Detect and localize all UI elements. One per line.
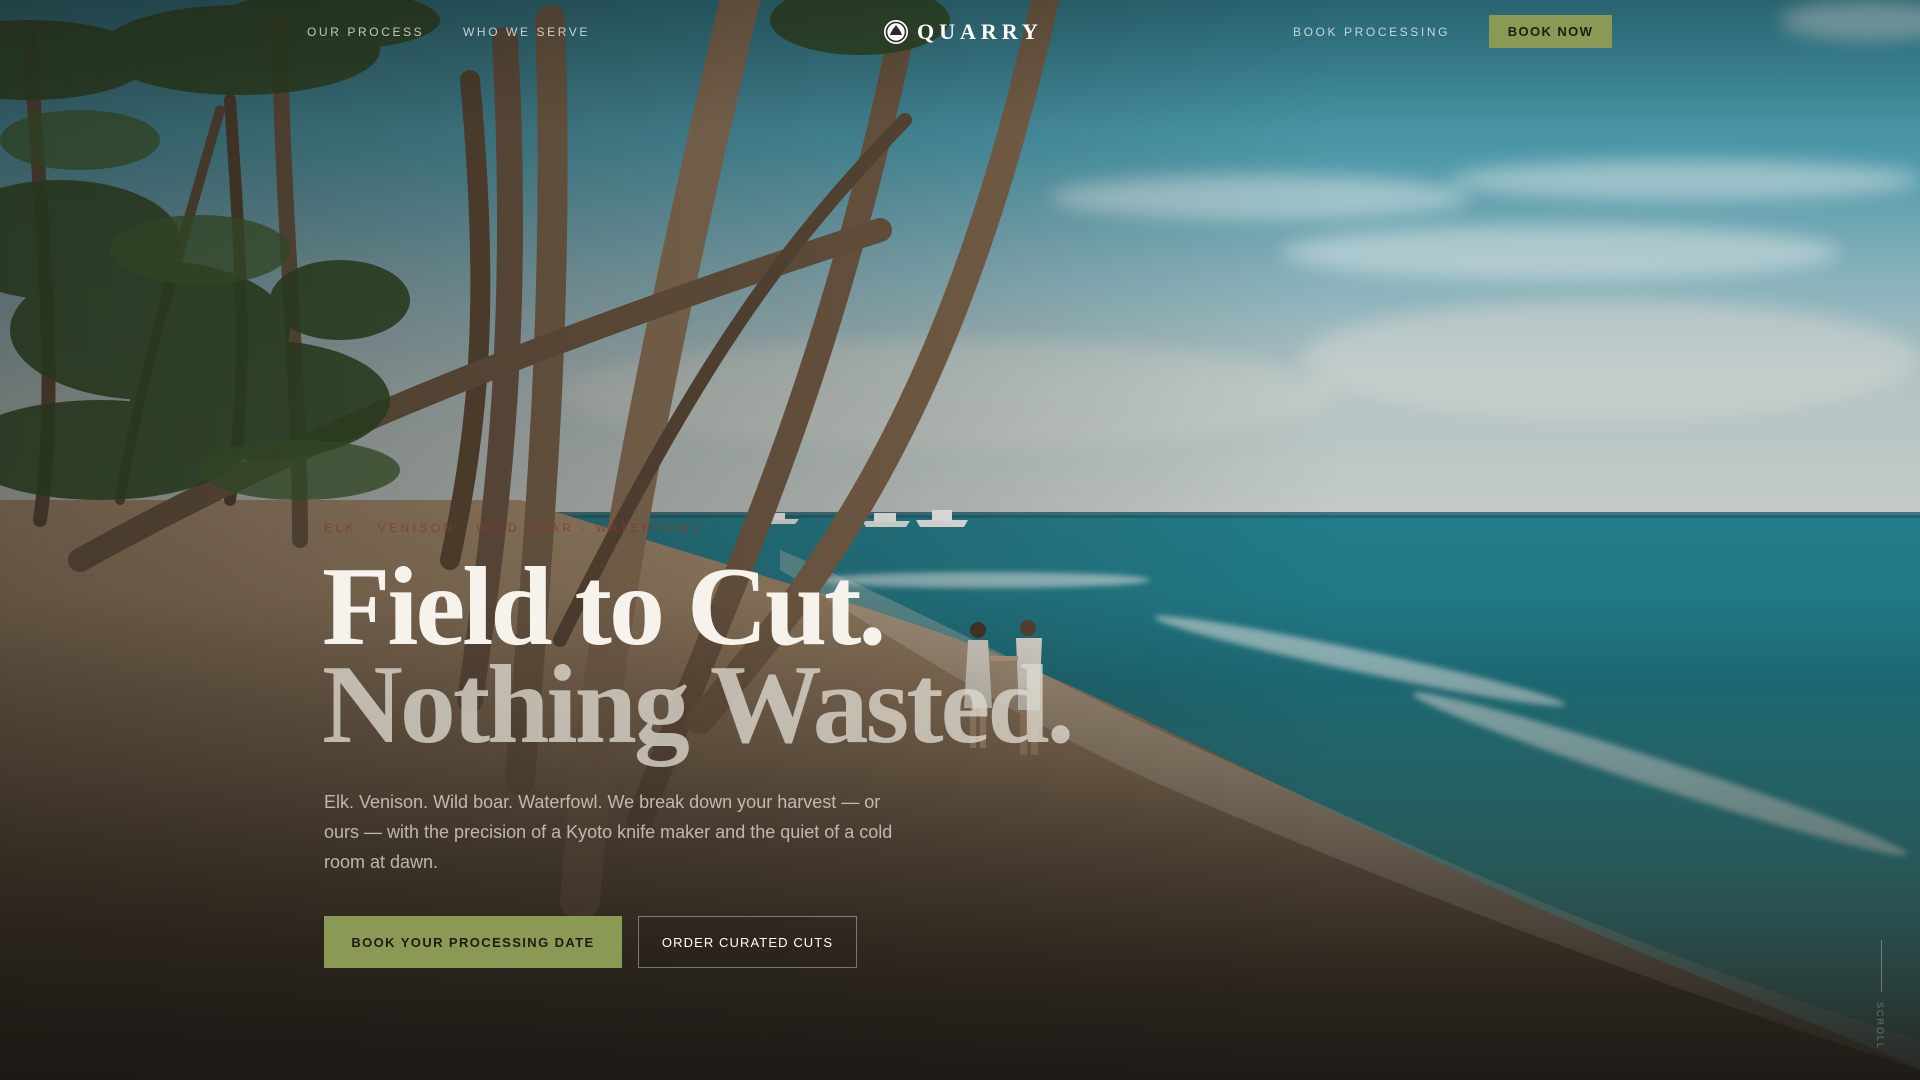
- top-navigation: OUR PROCESS WHO WE SERVE QUARRY BOOK PRO…: [0, 0, 1920, 64]
- hero-background: [0, 0, 1920, 1080]
- site-logo[interactable]: QUARRY: [883, 18, 1043, 46]
- headline-line-2: Nothing Wasted.: [322, 643, 1075, 767]
- scroll-label: SCROLL: [1875, 1002, 1885, 1051]
- order-curated-cuts-button[interactable]: ORDER CURATED CUTS: [638, 916, 857, 968]
- dark-overlay: [0, 0, 1920, 1080]
- hero-description: Elk. Venison. Wild boar. Waterfowl. We b…: [324, 792, 893, 872]
- book-processing-date-button[interactable]: BOOK YOUR PROCESSING DATE: [324, 916, 622, 968]
- nav-link-our-process[interactable]: OUR PROCESS: [307, 25, 424, 39]
- scroll-line: [1881, 940, 1882, 992]
- quarry-crest-icon: [884, 20, 908, 44]
- scroll-indicator[interactable]: SCROLL: [1872, 940, 1892, 1055]
- hero-eyebrow: ELK · VENISON · WILD BOAR · WATERFOWL: [324, 521, 703, 535]
- nav-link-book-processing[interactable]: BOOK PROCESSING: [1293, 25, 1450, 39]
- nav-link-who-we-serve[interactable]: WHO WE SERVE: [463, 25, 590, 39]
- logo-wordmark: QUARRY: [917, 19, 1043, 44]
- hero-headline: Field to Cut. Nothing Wasted.: [322, 545, 1075, 767]
- headline-line-1: Field to Cut.: [322, 545, 886, 669]
- book-now-button[interactable]: BOOK NOW: [1489, 15, 1612, 48]
